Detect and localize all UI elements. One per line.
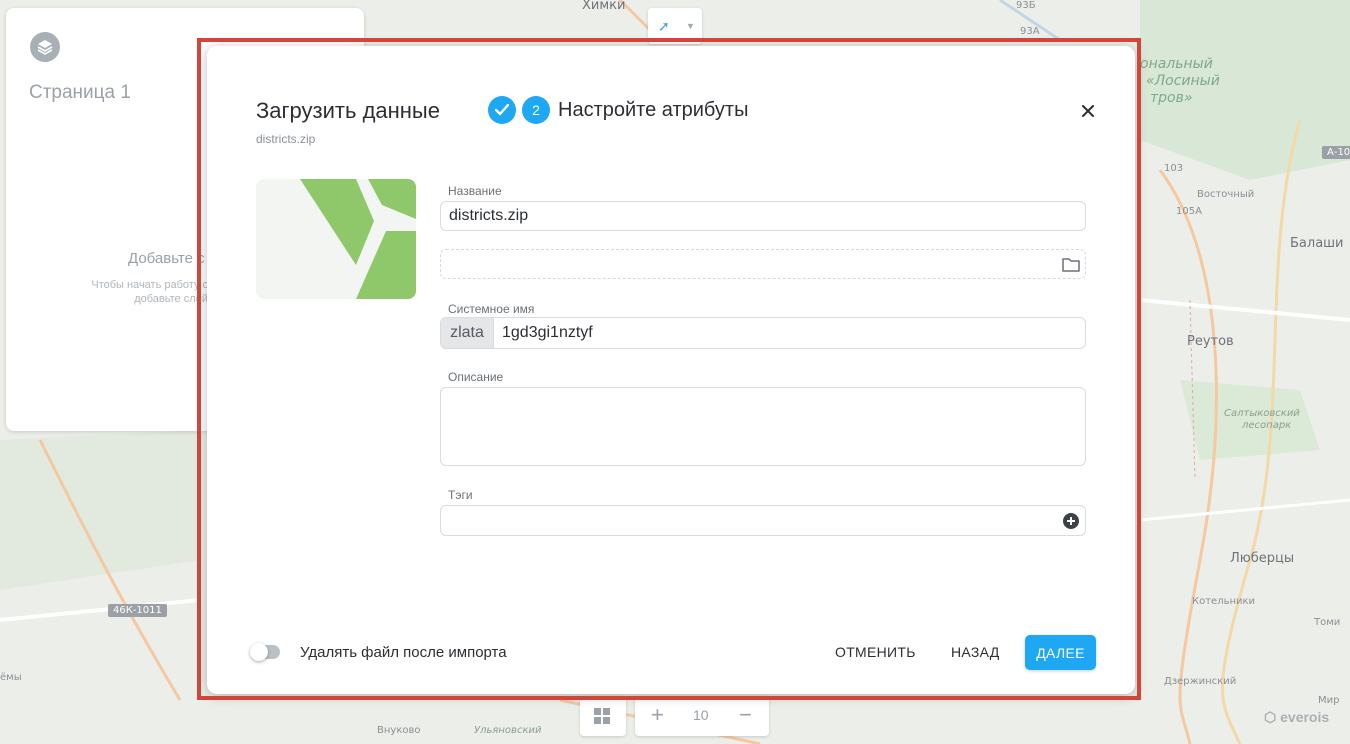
name-label: Название xyxy=(448,184,502,198)
map-label-vostochny: Восточный xyxy=(1197,189,1255,200)
map-label-dzerzhinsky: Дзержинский xyxy=(1164,676,1237,687)
zoom-level: 10 xyxy=(693,707,709,723)
cursor-icon: ➚ xyxy=(658,18,670,34)
map-label-tomilino: Томи xyxy=(1314,617,1341,628)
map-label-khimki: Химки xyxy=(582,0,626,13)
polygon-preview-icon xyxy=(300,179,416,299)
map-label-mir: Мир xyxy=(1318,695,1340,706)
step-label: Настройте атрибуты xyxy=(558,99,749,121)
grid-icon xyxy=(594,708,610,724)
map-label-vnukovo: Внуково xyxy=(377,725,421,736)
map-label-reutov: Реутов xyxy=(1187,334,1234,349)
road-badge-46k: 46К-1011 xyxy=(108,604,167,617)
file-picker-input[interactable] xyxy=(440,249,1086,279)
check-icon xyxy=(495,104,509,116)
map-label-kotelniki: Котельники xyxy=(1192,596,1256,607)
system-name-field: zlata xyxy=(440,317,1086,349)
zoom-in-button[interactable]: + xyxy=(651,702,664,728)
back-button[interactable]: НАЗАД xyxy=(951,644,1000,660)
layers-icon xyxy=(37,40,53,55)
grid-button[interactable] xyxy=(580,696,626,736)
chevron-down-icon: ▼ xyxy=(686,21,695,31)
system-name-prefix: zlata xyxy=(441,318,494,348)
toggle-knob xyxy=(250,643,268,661)
map-label-lesopark: лесопарк xyxy=(1242,420,1292,431)
map-label-losiny: «Лосиный xyxy=(1146,73,1220,89)
add-tag-icon[interactable] xyxy=(1063,513,1079,529)
road-badge-a10: А-10 xyxy=(1322,146,1350,159)
folder-icon[interactable] xyxy=(1062,257,1080,272)
road-badge-93b: 93Б xyxy=(1016,0,1036,11)
tags-input[interactable] xyxy=(440,505,1086,536)
select-tool[interactable]: ➚ ▼ xyxy=(648,8,702,44)
map-label-ostrov: тров» xyxy=(1150,90,1193,106)
modal-title: Загрузить данные xyxy=(256,98,440,123)
brand-name: everois xyxy=(1280,709,1330,725)
map-label-emy: ёмы xyxy=(0,672,22,683)
delete-after-import-toggle[interactable] xyxy=(250,643,280,661)
map-label-park: ональный xyxy=(1140,56,1213,72)
map-label-saltykovsky: Салтыковский xyxy=(1224,408,1300,419)
step-1-complete xyxy=(488,96,516,124)
description-input[interactable] xyxy=(440,387,1086,466)
system-name-input[interactable] xyxy=(494,318,1085,348)
page-title: Страница 1 xyxy=(29,82,131,103)
file-thumbnail xyxy=(256,179,416,299)
close-icon xyxy=(1082,105,1094,117)
delete-after-import-label: Удалять файл после импорта xyxy=(300,644,507,661)
zoom-out-button[interactable]: − xyxy=(739,702,752,728)
add-layer-hint: Чтобы начать работу с добавьте слой xyxy=(78,278,208,306)
add-layer-title: Добавьте с xyxy=(128,250,205,267)
add-layer-hint-line2: добавьте слой xyxy=(134,293,208,305)
road-badge-103: 103 xyxy=(1164,163,1184,174)
tags-label: Тэги xyxy=(448,488,473,502)
name-input[interactable] xyxy=(440,201,1086,231)
add-layer-hint-line1: Чтобы начать работу с xyxy=(91,279,208,291)
map-label-ulyanovsky: Ульяновский xyxy=(474,725,542,736)
map-label-balashikha: Балаши xyxy=(1290,236,1344,251)
file-name-subtitle: districts.zip xyxy=(256,132,316,146)
upload-data-modal: Загрузить данные districts.zip 2 Настрой… xyxy=(207,46,1135,694)
system-name-label: Системное имя xyxy=(448,302,535,316)
description-label: Описание xyxy=(448,370,504,384)
road-badge-105a: 105А xyxy=(1176,206,1202,217)
close-button[interactable] xyxy=(1077,100,1099,122)
app-logo[interactable] xyxy=(30,32,60,62)
next-button[interactable]: ДАЛЕЕ xyxy=(1025,635,1096,670)
brand-logo: ⬡ everois xyxy=(1264,709,1330,725)
cancel-button[interactable]: ОТМЕНИТЬ xyxy=(835,644,916,660)
step-2-indicator: 2 xyxy=(522,96,550,124)
road-badge-93a: 93А xyxy=(1020,26,1040,37)
map-label-lyubertsy: Люберцы xyxy=(1230,551,1295,566)
zoom-control: + 10 − xyxy=(635,696,769,736)
